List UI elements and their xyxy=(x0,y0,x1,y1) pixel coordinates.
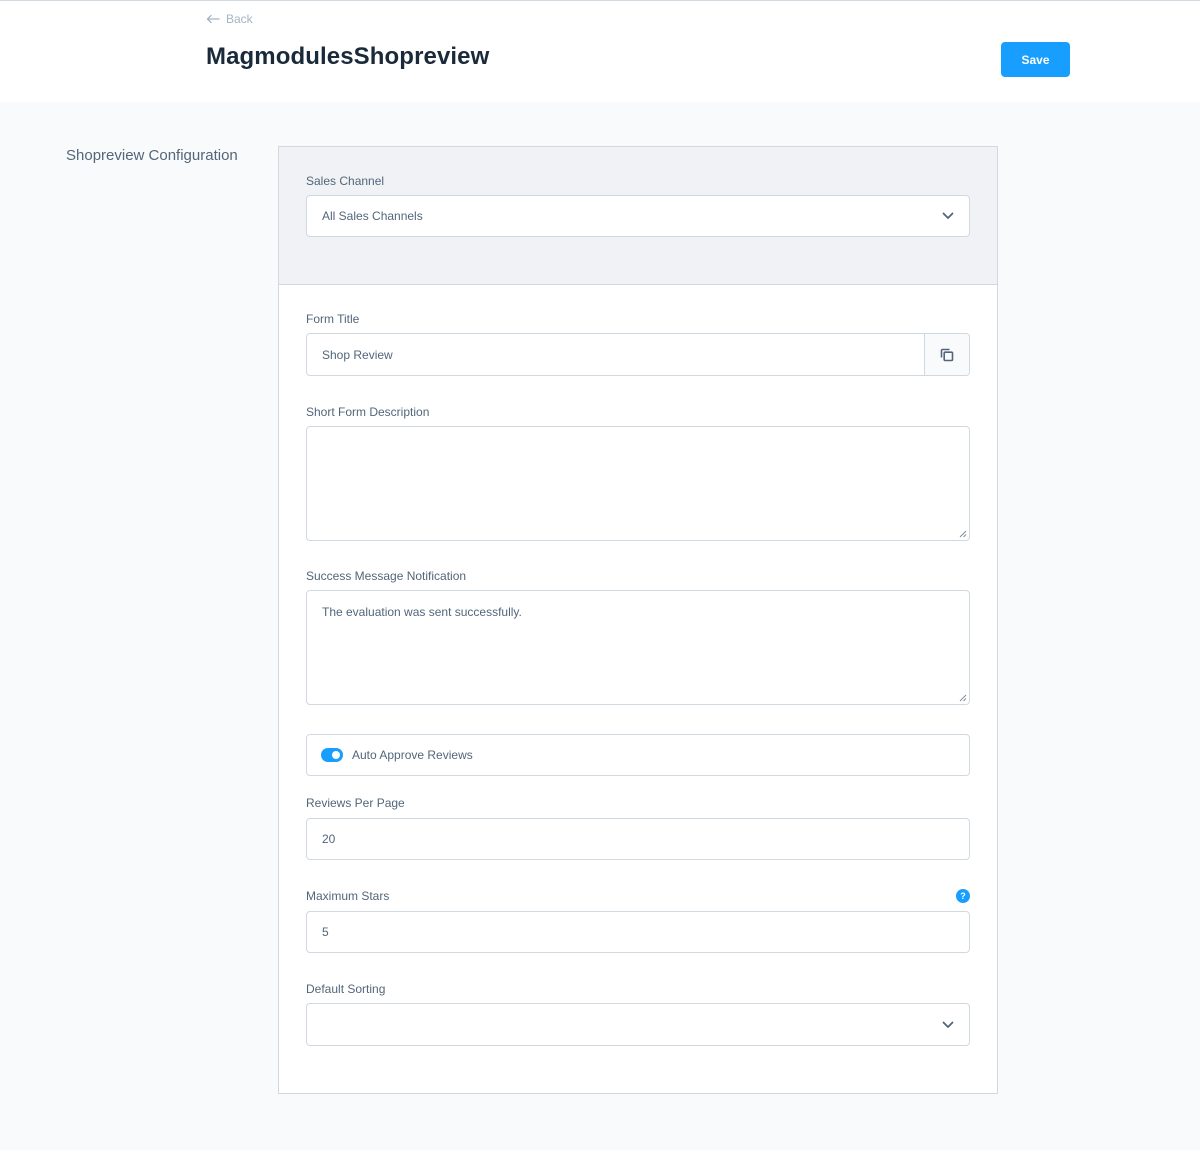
chevron-down-icon xyxy=(942,212,954,219)
section-label: Shopreview Configuration xyxy=(66,147,238,164)
arrow-left-icon xyxy=(206,14,220,24)
reviews-per-page-input[interactable]: 20 xyxy=(306,818,970,860)
sales-channel-label: Sales Channel xyxy=(306,174,385,188)
short-description-label: Short Form Description xyxy=(306,405,430,419)
configuration-card: Sales Channel All Sales Channels Form Ti… xyxy=(278,146,998,1094)
page-title: MagmodulesShopreview xyxy=(206,43,490,70)
auto-approve-toggle[interactable] xyxy=(321,748,343,762)
resize-handle-icon[interactable] xyxy=(959,530,967,538)
copy-icon xyxy=(940,348,954,361)
resize-handle-icon[interactable] xyxy=(959,694,967,702)
sales-channel-panel: Sales Channel All Sales Channels xyxy=(279,147,997,285)
auto-approve-label: Auto Approve Reviews xyxy=(352,748,473,762)
short-description-textarea[interactable] xyxy=(306,426,970,541)
sales-channel-value: All Sales Channels xyxy=(322,209,423,223)
default-sorting-select[interactable] xyxy=(306,1003,970,1046)
sales-channel-select[interactable]: All Sales Channels xyxy=(306,195,970,237)
form-title-input[interactable]: Shop Review xyxy=(306,333,970,376)
chevron-down-icon xyxy=(942,1021,954,1028)
default-sorting-label: Default Sorting xyxy=(306,982,386,996)
save-button[interactable]: Save xyxy=(1001,42,1070,77)
copy-button[interactable] xyxy=(924,334,969,375)
question-icon[interactable]: ? xyxy=(956,889,970,903)
form-title-value: Shop Review xyxy=(322,347,393,362)
success-message-value: The evaluation was sent successfully. xyxy=(322,605,522,619)
reviews-per-page-value: 20 xyxy=(322,832,336,846)
reviews-per-page-label: Reviews Per Page xyxy=(306,796,405,810)
top-bar: Back MagmodulesShopreview Save xyxy=(0,0,1200,102)
success-message-textarea[interactable]: The evaluation was sent successfully. xyxy=(306,590,970,705)
back-label: Back xyxy=(226,12,253,26)
back-link[interactable]: Back xyxy=(206,11,253,27)
maximum-stars-label: Maximum Stars xyxy=(306,889,390,903)
maximum-stars-input[interactable]: 5 xyxy=(306,911,970,953)
auto-approve-row: Auto Approve Reviews xyxy=(306,734,970,776)
success-message-label: Success Message Notification xyxy=(306,569,467,583)
maximum-stars-value: 5 xyxy=(322,925,329,939)
form-title-label: Form Title xyxy=(306,312,360,326)
